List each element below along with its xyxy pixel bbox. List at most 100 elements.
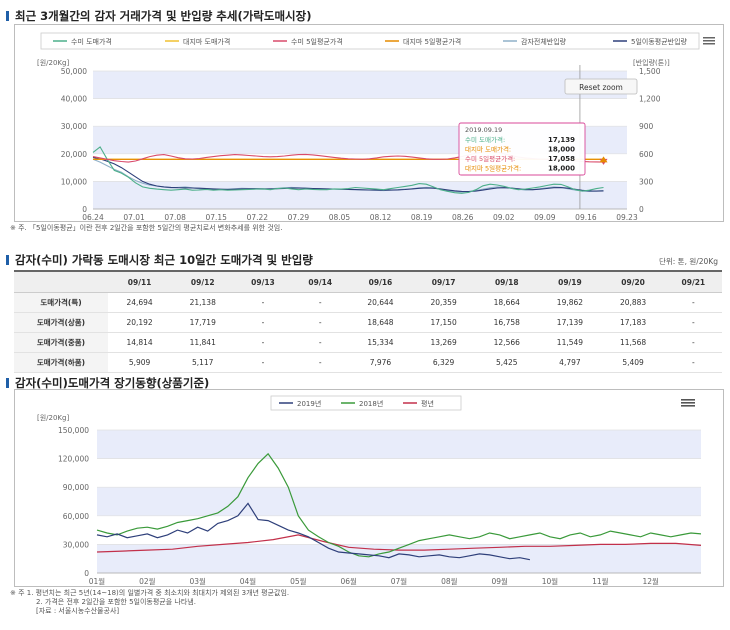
table-cell: 21,138 [171, 292, 235, 313]
chart1-tooltip-value: 17,058 [548, 155, 575, 163]
menu-icon[interactable] [681, 399, 695, 407]
chart1-tooltip-label: 대지마 5일평균가격: [465, 164, 521, 173]
chart1-xtick: 07.01 [123, 213, 145, 221]
table-cell: 14,814 [108, 332, 172, 353]
table-header-row: 09/11 09/12 09/13 09/14 09/16 09/17 09/18 09/19… [14, 270, 722, 293]
chart1-ytick-left: 10,000 [61, 177, 87, 186]
chart2-ytick: 90,000 [63, 483, 89, 492]
table-header-cell: 09/21 [664, 270, 722, 293]
chart1-xtick: 07.22 [247, 213, 269, 221]
chart2-xtick: 09월 [491, 576, 508, 586]
chart1-tooltip-value: 18,000 [548, 146, 575, 154]
table-row-label: 도매가격(하품) [14, 352, 108, 373]
chart1-xtick: 07.15 [205, 213, 227, 221]
chart2-ytick: 30,000 [63, 540, 89, 549]
chart1-legend-label: 수미 5일평균가격 [291, 37, 343, 46]
chart2-xtick: 07월 [391, 576, 408, 586]
chart1-ytick-right: 0 [639, 205, 644, 214]
table-cell: - [291, 312, 349, 333]
chart1-ytick-left: 40,000 [61, 95, 87, 104]
table-header-cell: 09/13 [234, 270, 292, 293]
chart2-svg: 030,00060,00090,000120,000150,000[원/20Kg… [37, 395, 702, 586]
chart2-legend-label: 2019년 [297, 399, 321, 408]
table-cell: - [291, 332, 349, 353]
chart2-container: 0 30,000 60,000 90,000 120,000 150,000 [원/20Kg… [14, 389, 724, 587]
table-cell: 13,269 [412, 332, 476, 353]
chart2-band [97, 430, 701, 459]
chart1-tooltip-label: 수미 5일평균가격: [465, 154, 515, 163]
chart2-ytick: 150,000 [58, 426, 89, 435]
table-cell: - [234, 312, 292, 333]
chart2-xtick: 05월 [290, 576, 307, 586]
chart1-ytick-right: 1,200 [639, 95, 661, 104]
section3-note-2: 2. 가격은 전후 2일간을 포함한 5일이동평균을 나타냄. [36, 598, 196, 606]
chart1-legend-label: 수미 도매가격 [71, 37, 112, 46]
section3-note-1: ※ 주 1. 평년치는 최근 5년(14~18)의 일별가격 중 최소치와 최대… [10, 589, 290, 597]
chart1-xtick: 08.12 [370, 213, 392, 221]
table-header-cell: 09/14 [291, 270, 349, 293]
reset-zoom-button[interactable]: Reset zoom [564, 78, 638, 95]
table-cell: 17,719 [171, 312, 235, 333]
chart1-xtick: 09.16 [575, 213, 597, 221]
table-cell: 17,150 [412, 312, 476, 333]
table-cell: 5,117 [171, 352, 235, 373]
chart2-xtick: 03월 [189, 576, 206, 586]
chart1-ylabel-left: [원/20Kg] [37, 58, 69, 67]
table-body: 도매가격(특) 24,694 21,138- -20,644 20,359 18,664 1… [14, 292, 722, 373]
chart1-xtick: 07.08 [164, 213, 186, 221]
chart1-legend-box [40, 32, 700, 50]
table-row: 도매가격(하품) 5,909 5,117- -7,976 6,329 5,425 4,797… [14, 352, 722, 373]
table-cell: 18,648 [348, 312, 413, 333]
chart1-tooltip-date: 2019.09.19 [465, 126, 502, 134]
table-cell: 20,359 [412, 292, 476, 313]
table-cell: 5,425 [475, 352, 539, 373]
table-cell: 5,909 [108, 352, 172, 373]
table-row-label: 도매가격(상품) [14, 312, 108, 333]
chart1-ytick-left: 20,000 [61, 150, 87, 159]
chart1-xtick: 09.02 [493, 213, 515, 221]
chart2-legend-label: 2018년 [359, 399, 383, 408]
chart1-tooltip-value: 17,139 [548, 136, 575, 144]
chart1-xtick: 07.29 [288, 213, 310, 221]
price-table: 09/11 09/12 09/13 09/14 09/16 09/17 09/18 09/19… [14, 270, 722, 373]
table-cell: 18,664 [475, 292, 539, 313]
table-cell: 16,758 [475, 312, 539, 333]
table-header-cell [14, 270, 108, 293]
table-cell: 7,976 [348, 352, 413, 373]
chart2-legend-label: 평년 [421, 399, 434, 408]
section2-title: 감자(수미) 가락동 도매시장 최근 10일간 도매가격 및 반입량 [6, 252, 313, 268]
table-cell: - [234, 352, 292, 373]
table-row: 도매가격(상품) 20,192 17,719- -18,648 17,150 16,758… [14, 312, 722, 333]
table-cell: 20,883 [601, 292, 665, 313]
chart1-xtick: 08.05 [329, 213, 351, 221]
table-row: 도매가격(특) 24,694 21,138- -20,644 20,359 18,664 1… [14, 292, 722, 313]
table-cell: 20,192 [108, 312, 172, 333]
table-cell: - [234, 292, 292, 313]
table-header-cell: 09/12 [171, 270, 235, 293]
table-cell: - [664, 352, 722, 373]
chart2-xtick: 11월 [592, 576, 609, 586]
table-header-cell: 09/17 [412, 270, 476, 293]
table-cell: 11,568 [601, 332, 665, 353]
chart1-ytick-right: 1,500 [639, 67, 661, 76]
chart1-xtick: 06.24 [82, 213, 104, 221]
chart1-xtick: 08.19 [411, 213, 433, 221]
section3-note-3: [자료 : 서울시농수산물공사] [36, 607, 120, 615]
chart2-ytick: 60,000 [63, 512, 89, 521]
chart1-xtick: 09.09 [534, 213, 556, 221]
table-cell: - [234, 332, 292, 353]
chart1-container: 0 10,000 20,000 30,000 40,000 50,000 0 300 600 90… [14, 24, 724, 222]
table-cell: - [291, 292, 349, 313]
table-header-cell: 09/16 [348, 270, 413, 293]
chart1-ytick-left: 30,000 [61, 122, 87, 131]
chart1-band [93, 71, 627, 99]
table-cell: 11,841 [171, 332, 235, 353]
chart2-ylabel: [원/20Kg] [37, 413, 69, 422]
table-cell: - [664, 332, 722, 353]
table-cell: - [664, 312, 722, 333]
reset-zoom-label[interactable]: Reset zoom [579, 83, 623, 92]
chart1-tooltip-value: 18,000 [548, 165, 575, 173]
table-cell: 20,644 [348, 292, 413, 313]
chart2-xtick: 04월 [240, 576, 257, 586]
menu-icon[interactable] [703, 37, 715, 45]
